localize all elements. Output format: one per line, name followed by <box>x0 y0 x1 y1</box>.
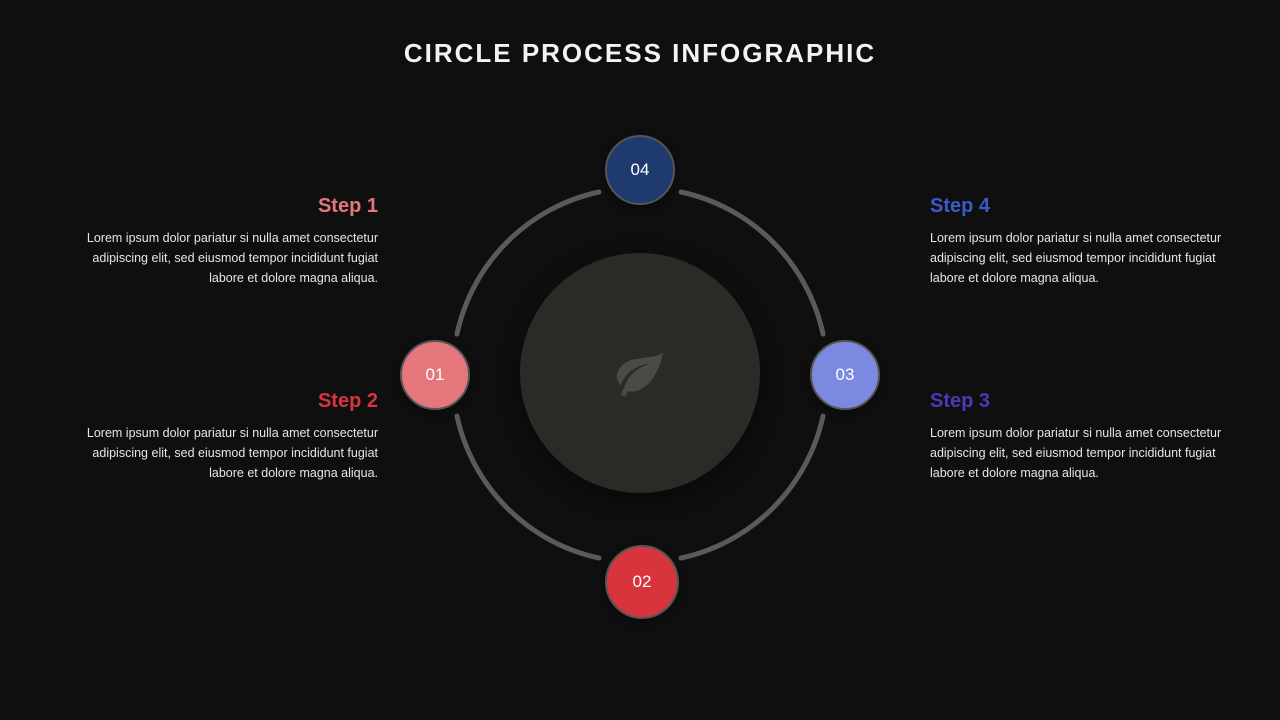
step-3-heading: Step 3 <box>930 390 1230 413</box>
step-3-body: Lorem ipsum dolor pariatur si nulla amet… <box>930 423 1230 483</box>
step-2-heading: Step 2 <box>78 390 378 413</box>
center-circle <box>520 253 760 493</box>
node-04: 04 <box>605 135 675 205</box>
leaf-icon <box>612 345 668 401</box>
slide-title: CIRCLE PROCESS INFOGRAPHIC <box>0 38 1280 69</box>
step-4-block: Step 4 Lorem ipsum dolor pariatur si nul… <box>930 195 1230 288</box>
node-number: 03 <box>836 365 855 385</box>
step-2-block: Step 2 Lorem ipsum dolor pariatur si nul… <box>78 390 378 483</box>
node-02: 02 <box>605 545 679 619</box>
step-4-body: Lorem ipsum dolor pariatur si nulla amet… <box>930 228 1230 288</box>
step-2-body: Lorem ipsum dolor pariatur si nulla amet… <box>78 423 378 483</box>
step-1-body: Lorem ipsum dolor pariatur si nulla amet… <box>78 228 378 288</box>
node-01: 01 <box>400 340 470 410</box>
node-number: 04 <box>631 160 650 180</box>
node-03: 03 <box>810 340 880 410</box>
node-number: 02 <box>633 572 652 592</box>
step-1-block: Step 1 Lorem ipsum dolor pariatur si nul… <box>78 195 378 288</box>
node-number: 01 <box>426 365 445 385</box>
step-1-heading: Step 1 <box>78 195 378 218</box>
step-3-block: Step 3 Lorem ipsum dolor pariatur si nul… <box>930 390 1230 483</box>
step-4-heading: Step 4 <box>930 195 1230 218</box>
